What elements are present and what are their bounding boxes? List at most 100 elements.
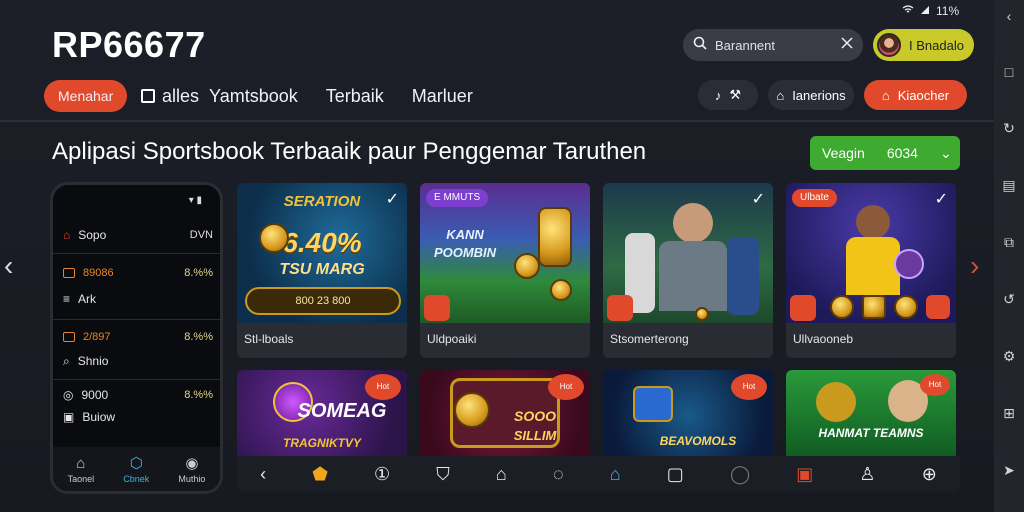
tab-terbaik[interactable]: Terbaik <box>312 80 398 112</box>
player-figure <box>673 203 713 243</box>
coin-icon <box>550 279 572 301</box>
nav-tabs: Menahar alles Yamtsbook Terbaik Marluer <box>44 80 487 112</box>
phone-row[interactable]: 2/897 8.%% <box>63 327 213 347</box>
chat-icon[interactable]: ◌ <box>553 464 564 485</box>
chevron-down-icon: ⌄ <box>939 144 952 161</box>
search-input[interactable] <box>715 37 825 53</box>
carousel-next-button[interactable]: › <box>970 250 979 282</box>
cta-value: 6034 <box>886 145 918 161</box>
card-icon <box>63 332 75 342</box>
game-card-art: ✓ <box>603 183 773 323</box>
tile-sub: SILLIM <box>513 428 557 443</box>
category-icon <box>607 295 633 321</box>
tab-alles-label: alles <box>162 86 200 106</box>
shield-icon: ⬡ <box>129 455 143 472</box>
game-card[interactable]: E MMUTS KANN POOMBIN Uldpoaiki <box>420 183 590 358</box>
phone-row[interactable]: ▣ Buiow <box>63 407 213 427</box>
game-card[interactable]: Ulbate ✓ Ullvaooneb <box>786 183 956 358</box>
cards-icon <box>633 386 673 422</box>
settings-icon[interactable]: ⚙ <box>1003 348 1016 365</box>
nav-actions: ♪ ⚒ ⌂ Ianerions ⌂ Kiaocher <box>698 80 967 110</box>
lock-icon[interactable]: ⬟ <box>312 464 328 485</box>
cta-label: Veagin <box>822 145 865 161</box>
bag-icon[interactable]: ⛉ <box>436 464 450 485</box>
tab-marluer[interactable]: Marluer <box>398 80 487 112</box>
game-card[interactable]: ✓ Stsomerterong <box>603 183 773 358</box>
bank-icon[interactable]: ⌂ <box>610 464 621 485</box>
game-tile[interactable]: HANMAT TEAMNS Hot <box>786 370 956 460</box>
tab-menahar[interactable]: Menahar <box>44 80 127 112</box>
phone-divider <box>53 253 220 254</box>
card-art-title: E MMUTS <box>426 189 489 207</box>
phone-row-value: DVN <box>189 229 213 241</box>
category-icon <box>926 295 950 319</box>
wifi-icon <box>902 4 914 18</box>
tool-icon: ⚒ <box>729 87 742 102</box>
phone-row[interactable]: ⌕ Shnio <box>63 351 213 371</box>
check-icon: ✓ <box>934 191 948 208</box>
layers-icon[interactable]: ▤ <box>1002 177 1015 194</box>
category-icon <box>790 295 816 321</box>
square-icon[interactable]: □ <box>1005 64 1013 80</box>
game-card[interactable]: SERATION 6.40% TSU MARG 800 23 800 ✓ Stl… <box>237 183 407 358</box>
phone-nav-muthio[interactable]: ◉ Muthio <box>178 454 205 484</box>
kiaocher-button[interactable]: ⌂ Kiaocher <box>864 80 967 110</box>
message-icon[interactable]: ◯ <box>730 464 750 485</box>
list-icon: ≡ <box>63 292 71 306</box>
tab-alles[interactable]: alles <box>127 80 203 112</box>
user-icon[interactable]: ♙ <box>859 464 875 485</box>
gift-icon[interactable]: ▣ <box>796 464 813 485</box>
apps-icon[interactable]: ⊞ <box>1003 405 1015 422</box>
coin-icon: ◎ <box>63 388 74 402</box>
app-logo: RP66677 <box>52 24 206 65</box>
player-figure <box>816 382 856 422</box>
ianerions-button[interactable]: ⌂ Ianerions <box>768 80 854 110</box>
check-icon: ✓ <box>751 191 765 208</box>
phone-nav-cbnek[interactable]: ⬡ Cbnek <box>123 454 149 484</box>
phone-nav-home[interactable]: ⌂ Taonel <box>68 455 95 484</box>
phone-row[interactable]: ⌂ Sopo DVN <box>63 225 213 245</box>
chest-icon <box>862 295 886 319</box>
music-icon: ♪ <box>714 87 722 103</box>
avatar <box>877 33 901 57</box>
send-icon[interactable]: ➤ <box>1003 462 1015 479</box>
phone-row-label: Ark <box>78 292 97 306</box>
close-icon[interactable] <box>841 36 853 54</box>
card-caption: Uldpoaiki <box>427 332 477 346</box>
book-icon[interactable]: ▢ <box>667 464 684 485</box>
phone-row[interactable]: ◎ 9000 8.%% <box>63 385 213 405</box>
copy-icon[interactable]: ⧉ <box>1004 234 1014 251</box>
score-bar: 800 23 800 <box>245 287 401 315</box>
tools-button[interactable]: ♪ ⚒ <box>698 80 758 110</box>
coin-stack-icon <box>538 207 572 267</box>
phone-divider <box>53 319 220 320</box>
tab-sportsbook[interactable]: Yamtsbook <box>203 80 312 112</box>
phone-nav-label: Cbnek <box>123 474 150 484</box>
card-caption: Stl-lboals <box>244 332 294 346</box>
player-figure <box>727 237 759 315</box>
player-figure <box>659 241 727 311</box>
game-tile[interactable]: BEAVOMOLS Hot <box>603 370 773 460</box>
game-card-art: E MMUTS KANN POOMBIN <box>420 183 590 323</box>
page-title: Aplipasi Sportsbook Terbaaik paur Pengge… <box>52 138 647 165</box>
phone-row[interactable]: ≡ Ark <box>63 289 213 309</box>
user-profile-button[interactable]: I Bnadalo <box>873 29 974 61</box>
coin-icon <box>514 253 540 279</box>
info-icon[interactable]: ① <box>374 464 390 485</box>
home-icon[interactable]: ⌂ <box>496 464 507 485</box>
search-box[interactable] <box>683 29 863 61</box>
card-icon <box>63 268 75 278</box>
back-icon[interactable]: ‹ <box>260 464 266 485</box>
support-icon[interactable]: ⊕ <box>922 464 937 485</box>
card-caption: Stsomerterong <box>610 332 689 346</box>
back-icon[interactable]: ‹ <box>1007 8 1012 24</box>
tile-title: HANMAT TEAMNS <box>818 426 924 440</box>
veagin-button[interactable]: Veagin 6034 ⌄ <box>810 136 960 170</box>
game-tile[interactable]: SOMEAG TRAGNIKTVY Hot <box>237 370 407 460</box>
phone-row[interactable]: 89086 8.%% <box>63 263 213 283</box>
game-tile[interactable]: SOOO SILLIM Hot <box>420 370 590 460</box>
carousel-prev-button[interactable]: ‹ <box>4 250 13 282</box>
coin-icon <box>830 295 854 319</box>
share-icon[interactable]: ↺ <box>1003 291 1015 308</box>
refresh-icon[interactable]: ↻ <box>1003 120 1015 137</box>
